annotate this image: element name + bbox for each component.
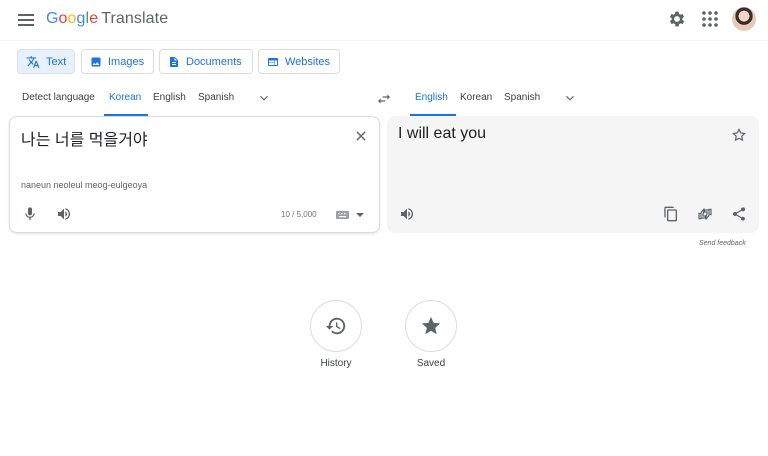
caret-down-icon[interactable] [356,212,364,218]
chevron-down-icon[interactable] [257,91,271,105]
transliteration-text: naneun neoleul meog-eulgeoya [21,180,148,190]
source-text-panel[interactable]: 나는 너를 먹을거야 naneun neoleul meog-eulgeoya … [9,116,380,233]
tab-images[interactable]: Images [81,49,154,74]
speaker-icon[interactable] [56,206,72,222]
saved-label: Saved [416,358,446,369]
target-lang-english[interactable]: English [415,92,448,103]
microphone-icon[interactable] [22,206,38,222]
tab-documents[interactable]: Documents [159,49,253,74]
character-count: 10 / 5,000 [281,210,317,219]
history-icon [325,317,346,335]
target-language-bar: English Korean Spanish [387,86,759,116]
saved-button[interactable] [405,300,457,352]
source-lang-detect[interactable]: Detect language [22,92,95,103]
source-language-bar: Detect language Korean English Spanish [0,86,380,116]
image-icon [91,57,101,66]
rate-translation-icon[interactable] [697,206,713,222]
history-button[interactable] [310,300,362,352]
close-icon[interactable] [354,129,368,143]
avatar[interactable] [732,7,756,31]
target-lang-spanish[interactable]: Spanish [504,92,540,103]
google-translate-logo[interactable]: Google Translate [46,9,168,29]
tab-images-label: Images [108,55,145,68]
settings-icon[interactable] [667,9,687,29]
source-lang-korean[interactable]: Korean [109,92,141,103]
send-feedback-link[interactable]: Send feedback [699,240,746,247]
copy-icon[interactable] [663,206,679,222]
tab-text-label: Text [46,55,67,68]
star-outline-icon[interactable] [731,127,747,143]
keyboard-icon[interactable] [336,211,349,219]
product-name: Translate [101,10,169,27]
tab-text[interactable]: Text [17,49,75,74]
app-header: Google Translate [0,0,768,41]
tab-documents-label: Documents [186,55,242,68]
chevron-down-icon[interactable] [563,91,577,105]
target-lang-korean[interactable]: Korean [460,92,492,103]
translation-output-panel: I will eat you [387,116,759,233]
tab-websites-label: Websites [285,55,331,68]
source-lang-english[interactable]: English [153,92,186,103]
history-label: History [320,358,352,369]
translation-text: I will eat you [398,125,487,142]
source-lang-spanish[interactable]: Spanish [198,92,234,103]
document-icon [170,56,178,67]
website-icon [268,57,278,66]
menu-icon[interactable] [16,10,36,30]
star-icon [421,316,441,335]
speaker-icon[interactable] [399,206,415,222]
apps-icon[interactable] [700,9,720,29]
tab-websites[interactable]: Websites [258,49,340,74]
share-icon[interactable] [731,206,747,222]
source-text-input[interactable]: 나는 너를 먹을거야 [21,126,148,150]
translate-icon [26,55,40,68]
